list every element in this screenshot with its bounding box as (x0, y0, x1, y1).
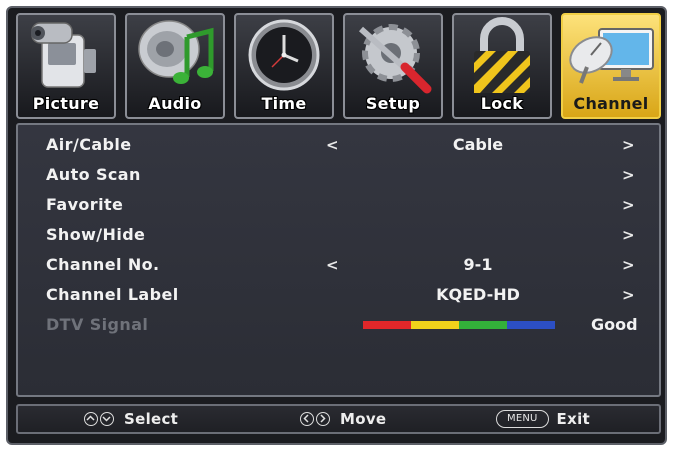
left-button-icon (300, 412, 314, 426)
menu-item-label: Channel No. (46, 255, 160, 274)
right-arrow-icon[interactable]: > (622, 220, 635, 250)
tab-channel[interactable]: Channel (561, 13, 661, 119)
tv-menu-frame: Picture Audio Time Setup Lock Channel Ai… (6, 6, 667, 445)
hint-label: Move (340, 410, 387, 428)
tab-lock[interactable]: Lock (452, 13, 552, 119)
menu-row-dtv-signal: DTV Signal Good (18, 310, 659, 340)
down-button-icon (100, 412, 114, 426)
menu-tab-strip: Picture Audio Time Setup Lock Channel (16, 13, 661, 121)
signal-bar-segment (411, 321, 459, 329)
right-arrow-icon[interactable]: > (622, 160, 635, 190)
tab-label: Time (261, 94, 307, 113)
signal-quality-value: Good (591, 315, 638, 334)
right-button-icon (316, 412, 330, 426)
menu-item-label: Channel Label (46, 285, 179, 304)
menu-row-show-hide[interactable]: Show/Hide > (18, 220, 659, 250)
signal-bar-segment (459, 321, 507, 329)
tab-audio[interactable]: Audio (125, 13, 225, 119)
left-arrow-icon[interactable]: < (326, 250, 339, 280)
padlock-icon (474, 17, 530, 93)
up-button-icon (84, 412, 98, 426)
hint-label: Exit (556, 410, 590, 428)
channel-label-value: KQED-HD (436, 285, 520, 304)
menu-item-label: DTV Signal (46, 315, 149, 334)
right-arrow-icon[interactable]: > (622, 130, 635, 160)
tab-picture[interactable]: Picture (16, 13, 116, 119)
signal-strength-bar (363, 321, 555, 329)
hint-exit: MENU Exit (496, 406, 590, 432)
menu-row-auto-scan[interactable]: Auto Scan > (18, 160, 659, 190)
hint-label: Select (124, 410, 179, 428)
right-arrow-icon[interactable]: > (622, 190, 635, 220)
channel-menu-panel: Air/Cable < Cable > Auto Scan > Favorite… (16, 123, 661, 397)
tab-setup[interactable]: Setup (343, 13, 443, 119)
left-arrow-icon[interactable]: < (326, 130, 339, 160)
button-hint-bar: Select Move MENU Exit (16, 404, 661, 434)
right-arrow-icon[interactable]: > (622, 250, 635, 280)
menu-item-label: Auto Scan (46, 165, 141, 184)
tab-label: Audio (148, 94, 202, 113)
menu-row-favorite[interactable]: Favorite > (18, 190, 659, 220)
signal-bar-segment (507, 321, 555, 329)
menu-row-channel-label[interactable]: Channel Label KQED-HD > (18, 280, 659, 310)
signal-bar-segment (363, 321, 411, 329)
tab-label: Setup (365, 94, 421, 113)
hint-select: Select (84, 406, 178, 432)
gear-tools-icon (359, 24, 432, 94)
satellite-monitor-icon (569, 28, 654, 84)
air-cable-value: Cable (452, 135, 504, 154)
tab-label: Channel (573, 94, 649, 113)
right-arrow-icon[interactable]: > (622, 280, 635, 310)
menu-row-air-cable[interactable]: Air/Cable < Cable > (18, 130, 659, 160)
clock-icon (248, 19, 320, 91)
menu-item-label: Favorite (46, 195, 124, 214)
menu-item-label: Air/Cable (46, 135, 132, 154)
menu-row-channel-no[interactable]: Channel No. < 9-1 > (18, 250, 659, 280)
camcorder-icon (31, 22, 96, 88)
tab-time[interactable]: Time (234, 13, 334, 119)
tab-label: Lock (480, 94, 524, 113)
menu-button-icon: MENU (496, 410, 549, 428)
hint-move: Move (300, 406, 386, 432)
tab-label: Picture (32, 94, 100, 113)
channel-no-value: 9-1 (463, 255, 493, 274)
speaker-music-icon (138, 20, 214, 84)
menu-item-label: Show/Hide (46, 225, 146, 244)
